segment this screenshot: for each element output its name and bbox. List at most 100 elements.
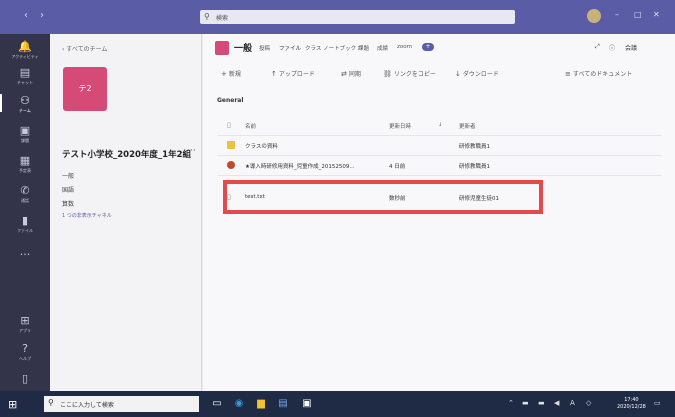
info-icon[interactable]: ⓘ [609,43,615,52]
link-icon: ⛓ [383,70,392,78]
ime-icon[interactable]: A [570,399,575,407]
hidden-channels-link[interactable]: 1 つの非表示チャネル [62,212,112,219]
store-icon[interactable]: ▣ [300,397,314,411]
copy-link-button[interactable]: ⛓ リンクをコピー [383,69,436,78]
teams-taskbar-icon[interactable]: ▤ [276,397,290,411]
forward-arrow-icon[interactable]: › [40,10,44,21]
view-label: すべてのドキュメント [572,71,633,78]
copy-link-label: リンクをコピー [393,71,436,78]
files-icon: ▮ [21,214,29,227]
channel-general[interactable]: 一般 [62,171,74,180]
view-selector[interactable]: ≡ すべてのドキュメント [565,69,632,78]
meet-button[interactable]: 会議 [625,43,637,52]
rail-item-chat[interactable]: ▤ チャット [0,66,50,86]
download-button[interactable]: ↓ ダウンロード [455,69,499,78]
sort-arrow-icon[interactable]: ↓ [438,122,442,128]
task-view-icon[interactable]: ▭ [210,397,224,411]
rail-item-more[interactable]: ··· [0,248,50,261]
file-name[interactable]: ★導入時研修用資料_児童作成_20152509... [245,162,355,170]
column-modified-by[interactable]: 更新者 [459,122,476,130]
rail-item-calendar[interactable]: ▦ 予定表 [0,154,50,174]
team-more-icon[interactable]: ··· [187,146,196,156]
rail-item-label: ファイル [17,228,33,233]
list-icon: ≡ [565,70,571,78]
rail-item-assignments[interactable]: ▣ 課題 [0,124,50,144]
taskbar-search-input[interactable]: ⚲ ここに入力して検索 [44,396,199,412]
highlight-box [223,180,543,214]
notification-icon[interactable]: ▭ [654,399,661,407]
sync-label: 同期 [348,71,361,78]
tab-files[interactable]: ファイル [279,44,301,52]
rail-item-label: アクティビティ [11,54,39,59]
rail-item-label: 通話 [21,198,29,203]
title-bar: ‹ › ⚲ 検索 – □ ✕ [0,0,675,34]
edge-icon[interactable]: ◉ [232,397,246,411]
file-list-header: ▯ 名前 更新日時 ↓ 更新者 [217,116,661,136]
add-tab-button[interactable]: + [422,43,434,51]
clock-time: 17:40 [624,397,639,403]
channel-math[interactable]: 算数 [62,199,74,208]
channel-avatar [215,41,229,55]
download-label: ダウンロード [462,71,499,78]
upload-icon: ↑ [271,70,277,78]
avatar[interactable] [587,9,601,23]
sync-button[interactable]: ⇄ 同期 [341,69,361,78]
rail-item-apps[interactable]: ⊞ アプリ [0,314,50,334]
close-button[interactable]: ✕ [653,10,660,19]
column-name[interactable]: 名前 [245,122,256,130]
tab-zoom[interactable]: zoom [397,44,412,50]
clock[interactable]: 17:40 2020/12/28 [617,397,646,411]
file-modified-by: 研修教職員1 [459,164,490,170]
rail-item-label: チャット [17,80,33,85]
tab-grades[interactable]: 成績 [377,44,388,52]
calendar-icon: ▦ [19,154,31,167]
device-icon: ▯ [21,372,29,385]
upload-button[interactable]: ↑ アップロード [271,69,315,78]
rail-item-help[interactable]: ? ヘルプ [0,342,50,362]
file-type-icon: ▯ [227,121,231,129]
assignments-icon: ▣ [19,124,31,137]
more-icon: ··· [19,248,31,261]
expand-icon[interactable]: ⤢ [595,43,600,51]
channel-japanese[interactable]: 国語 [62,185,74,194]
windows-start-icon[interactable]: ⊞ [8,398,17,411]
rail-item-files[interactable]: ▮ ファイル [0,214,50,234]
file-modified: 4 日前 [389,164,406,170]
explorer-icon[interactable]: ▆ [254,397,268,411]
tab-class-notebook[interactable]: クラス ノートブック [305,44,356,52]
file-row[interactable]: ★導入時研修用資料_児童作成_20152509... 4 日前 研修教職員1 [217,156,661,176]
upload-label: アップロード [278,71,315,78]
rail-item-teams[interactable]: ⚇ チーム [0,94,50,114]
team-avatar: テ2 [63,67,107,111]
sync-icon: ⇄ [341,70,347,78]
tab-posts[interactable]: 投稿 [259,44,270,52]
search-input[interactable]: ⚲ 検索 [200,10,515,24]
battery-icon[interactable]: ▬ [538,399,545,407]
all-teams-link[interactable]: ‹ すべてのチーム [62,44,107,53]
minimize-button[interactable]: – [615,10,619,19]
taskbar-search-placeholder: ここに入力して検索 [60,402,114,409]
file-modified-by: 研修教職員1 [459,144,490,150]
tray-up-icon[interactable]: ⌃ [508,399,514,407]
chat-icon: ▤ [19,66,31,79]
bell-icon: 🔔 [18,40,32,53]
tab-assignments[interactable]: 課題 [358,44,369,52]
rail-item-activity[interactable]: 🔔 アクティビティ [0,40,50,60]
volume-icon[interactable]: ◀ [554,399,559,407]
rail-item-calls[interactable]: ✆ 通話 [0,184,50,204]
back-arrow-icon[interactable]: ‹ [24,10,28,21]
folder-breadcrumb[interactable]: General [217,97,243,104]
new-button[interactable]: + 新規 [221,69,241,78]
rail-item-label: 予定表 [19,168,31,173]
column-modified[interactable]: 更新日時 [389,122,411,130]
file-row[interactable]: クラスの資料 研修教職員1 [217,136,661,156]
file-name[interactable]: クラスの資料 [245,142,278,150]
wifi-icon[interactable]: ◇ [586,399,591,407]
network-icon[interactable]: ▬ [522,399,529,407]
search-icon: ⚲ [204,12,210,21]
maximize-button[interactable]: □ [634,10,642,19]
rail-item-label: アプリ [19,328,31,333]
new-label: 新規 [228,71,241,78]
teams-icon: ⚇ [20,94,30,107]
rail-item-device[interactable]: ▯ [0,372,50,385]
